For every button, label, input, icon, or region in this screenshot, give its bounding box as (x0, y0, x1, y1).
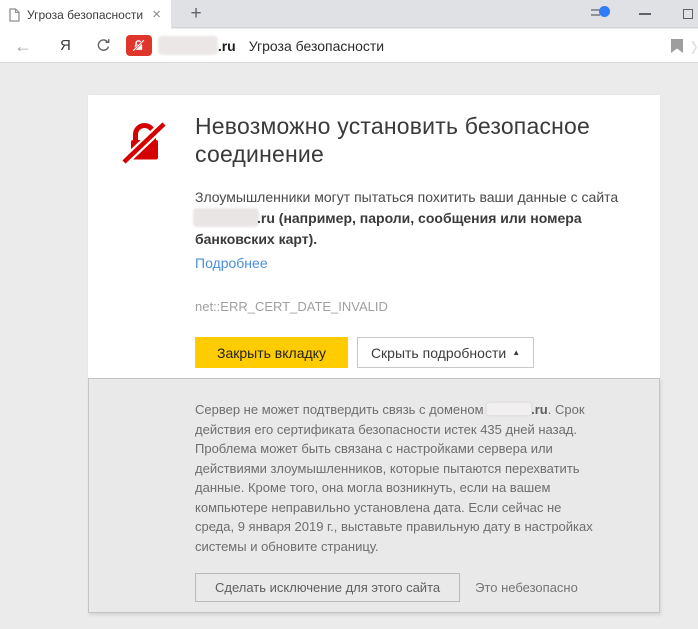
refresh-icon[interactable] (96, 38, 111, 53)
more-details-link[interactable]: Подробнее (195, 255, 268, 271)
details-text: Сервер не может подтвердить связь с доме… (195, 400, 593, 556)
tab-close-icon[interactable]: × (150, 7, 163, 22)
window-controls (591, 0, 698, 28)
warning-domain-suffix: .ru (257, 210, 275, 226)
tab-bar: Угроза безопасности × + (0, 0, 698, 28)
broken-lock-icon (121, 119, 168, 171)
error-code: net::ERR_CERT_DATE_INVALID (195, 299, 645, 314)
blurred-domain (160, 38, 216, 53)
blurred-domain (195, 210, 257, 225)
blurred-domain (487, 403, 531, 415)
yandex-logo-icon[interactable]: Я (60, 37, 71, 54)
page-doc-icon (9, 8, 20, 22)
browser-menu-icon[interactable] (591, 6, 615, 22)
warning-card: Невозможно установить безопасное соедине… (88, 95, 660, 378)
make-exception-button[interactable]: Сделать исключение для этого сайта (195, 573, 460, 602)
collapse-arrow-icon: ▲ (512, 348, 520, 357)
window-minimize-button[interactable] (639, 13, 651, 15)
unsafe-label: Это небезопасно (475, 580, 578, 595)
notification-dot (599, 6, 610, 17)
warning-text: Злоумышленники могут пытаться похитить в… (195, 187, 645, 250)
new-tab-button[interactable]: + (184, 1, 208, 27)
tab-title: Угроза безопасности (27, 8, 150, 22)
addressbar-end-chevron-icon: › (691, 29, 698, 62)
address-domain-suffix: .ru (218, 38, 236, 54)
window-maximize-button[interactable] (683, 9, 693, 19)
error-page: Невозможно установить безопасное соедине… (0, 63, 698, 629)
tab-security-threat[interactable]: Угроза безопасности × (0, 0, 172, 29)
details-domain-suffix: .ru (531, 402, 548, 417)
insecure-site-badge[interactable] (126, 35, 152, 56)
details-panel: Сервер не может подтвердить связь с доме… (88, 378, 660, 613)
back-icon[interactable]: ← (14, 37, 32, 55)
crossed-lock-icon (132, 39, 145, 52)
address-bar[interactable]: ← Я .ru Угроза безопасности › (0, 29, 698, 63)
close-tab-button[interactable]: Закрыть вкладку (195, 337, 348, 368)
error-title: Невозможно установить безопасное соедине… (195, 112, 645, 168)
bookmark-icon[interactable] (671, 39, 683, 53)
hide-details-button[interactable]: Скрыть подробности ▲ (357, 337, 534, 368)
address-page-title: Угроза безопасности (249, 38, 384, 54)
